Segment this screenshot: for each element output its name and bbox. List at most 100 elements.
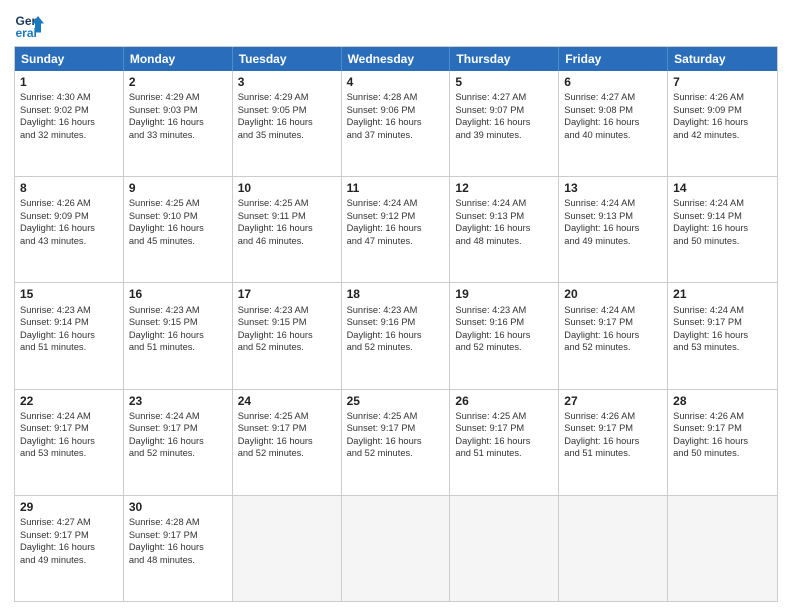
cell-line: Daylight: 16 hours — [347, 329, 445, 342]
cell-line: Sunrise: 4:28 AM — [129, 516, 227, 529]
calendar-cell: 12Sunrise: 4:24 AMSunset: 9:13 PMDayligh… — [450, 177, 559, 282]
cell-line: Sunset: 9:16 PM — [455, 316, 553, 329]
cell-line: and 51 minutes. — [455, 447, 553, 460]
day-number: 17 — [238, 286, 336, 302]
cell-line: Daylight: 16 hours — [20, 222, 118, 235]
cell-line: Sunset: 9:17 PM — [564, 422, 662, 435]
cell-line: and 51 minutes. — [20, 341, 118, 354]
day-number: 14 — [673, 180, 772, 196]
cell-line: Sunrise: 4:26 AM — [673, 91, 772, 104]
cell-line: and 52 minutes. — [347, 341, 445, 354]
cell-line: Daylight: 16 hours — [20, 329, 118, 342]
cell-line: Sunrise: 4:25 AM — [455, 410, 553, 423]
cell-line: Sunset: 9:17 PM — [564, 316, 662, 329]
cell-line: and 53 minutes. — [673, 341, 772, 354]
header-day-thursday: Thursday — [450, 47, 559, 71]
day-number: 1 — [20, 74, 118, 90]
header: Gen eral — [14, 10, 778, 40]
cell-line: Sunrise: 4:24 AM — [564, 304, 662, 317]
cell-line: Daylight: 16 hours — [347, 116, 445, 129]
cell-line: Sunrise: 4:29 AM — [129, 91, 227, 104]
cell-line: Daylight: 16 hours — [20, 116, 118, 129]
cell-line: and 52 minutes. — [564, 341, 662, 354]
calendar-cell: 18Sunrise: 4:23 AMSunset: 9:16 PMDayligh… — [342, 283, 451, 388]
cell-line: and 52 minutes. — [455, 341, 553, 354]
cell-line: Daylight: 16 hours — [564, 329, 662, 342]
cell-line: Daylight: 16 hours — [20, 435, 118, 448]
cell-line: Daylight: 16 hours — [129, 116, 227, 129]
calendar-row-2: 8Sunrise: 4:26 AMSunset: 9:09 PMDaylight… — [15, 177, 777, 283]
cell-line: Sunset: 9:17 PM — [129, 529, 227, 542]
calendar-cell: 10Sunrise: 4:25 AMSunset: 9:11 PMDayligh… — [233, 177, 342, 282]
calendar: SundayMondayTuesdayWednesdayThursdayFrid… — [14, 46, 778, 602]
calendar-cell: 7Sunrise: 4:26 AMSunset: 9:09 PMDaylight… — [668, 71, 777, 176]
cell-line: Daylight: 16 hours — [673, 116, 772, 129]
day-number: 13 — [564, 180, 662, 196]
calendar-cell: 15Sunrise: 4:23 AMSunset: 9:14 PMDayligh… — [15, 283, 124, 388]
day-number: 20 — [564, 286, 662, 302]
cell-line: Sunrise: 4:27 AM — [564, 91, 662, 104]
cell-line: and 50 minutes. — [673, 447, 772, 460]
cell-line: Daylight: 16 hours — [129, 222, 227, 235]
cell-line: Sunset: 9:15 PM — [129, 316, 227, 329]
calendar-cell: 17Sunrise: 4:23 AMSunset: 9:15 PMDayligh… — [233, 283, 342, 388]
cell-line: Sunrise: 4:25 AM — [347, 410, 445, 423]
cell-line: Sunset: 9:17 PM — [238, 422, 336, 435]
calendar-cell — [233, 496, 342, 601]
cell-line: and 49 minutes. — [20, 554, 118, 567]
cell-line: Sunrise: 4:26 AM — [673, 410, 772, 423]
calendar-cell: 20 Sunrise: 4:24 AMSunset: 9:17 PMDayligh… — [559, 283, 668, 388]
cell-line: and 39 minutes. — [455, 129, 553, 142]
cell-line: Sunrise: 4:24 AM — [564, 197, 662, 210]
cell-line: and 48 minutes. — [455, 235, 553, 248]
cell-line: Sunset: 9:11 PM — [238, 210, 336, 223]
calendar-cell: 2Sunrise: 4:29 AMSunset: 9:03 PMDaylight… — [124, 71, 233, 176]
cell-line: and 52 minutes. — [347, 447, 445, 460]
cell-line: Daylight: 16 hours — [20, 541, 118, 554]
cell-line: Sunset: 9:09 PM — [673, 104, 772, 117]
cell-line: Sunset: 9:13 PM — [564, 210, 662, 223]
calendar-cell: 3Sunrise: 4:29 AMSunset: 9:05 PMDaylight… — [233, 71, 342, 176]
cell-line: and 32 minutes. — [20, 129, 118, 142]
cell-line: and 52 minutes. — [238, 447, 336, 460]
day-number: 9 — [129, 180, 227, 196]
header-day-saturday: Saturday — [668, 47, 777, 71]
cell-line: Sunset: 9:17 PM — [673, 316, 772, 329]
calendar-cell — [450, 496, 559, 601]
header-day-tuesday: Tuesday — [233, 47, 342, 71]
day-number: 24 — [238, 393, 336, 409]
cell-line: and 45 minutes. — [129, 235, 227, 248]
cell-line: Sunset: 9:17 PM — [20, 422, 118, 435]
day-number: 6 — [564, 74, 662, 90]
cell-line: Sunrise: 4:26 AM — [564, 410, 662, 423]
calendar-cell: 30Sunrise: 4:28 AMSunset: 9:17 PMDayligh… — [124, 496, 233, 601]
cell-line: Sunrise: 4:28 AM — [347, 91, 445, 104]
cell-line: Sunrise: 4:24 AM — [673, 197, 772, 210]
calendar-cell: 6Sunrise: 4:27 AMSunset: 9:08 PMDaylight… — [559, 71, 668, 176]
calendar-cell: 11Sunrise: 4:24 AMSunset: 9:12 PMDayligh… — [342, 177, 451, 282]
day-number: 22 — [20, 393, 118, 409]
cell-line: and 37 minutes. — [347, 129, 445, 142]
cell-line: Daylight: 16 hours — [564, 116, 662, 129]
cell-line: Sunset: 9:17 PM — [20, 529, 118, 542]
cell-line: and 43 minutes. — [20, 235, 118, 248]
cell-line: Daylight: 16 hours — [455, 222, 553, 235]
calendar-cell: 22Sunrise: 4:24 AMSunset: 9:17 PMDayligh… — [15, 390, 124, 495]
cell-line: Daylight: 16 hours — [238, 222, 336, 235]
cell-line: Daylight: 16 hours — [673, 435, 772, 448]
cell-line: Daylight: 16 hours — [129, 435, 227, 448]
calendar-header: SundayMondayTuesdayWednesdayThursdayFrid… — [15, 47, 777, 71]
cell-line: Sunrise: 4:25 AM — [129, 197, 227, 210]
cell-line: Sunrise: 4:24 AM — [347, 197, 445, 210]
cell-line: Sunset: 9:12 PM — [347, 210, 445, 223]
day-number: 5 — [455, 74, 553, 90]
svg-text:eral: eral — [16, 26, 37, 40]
cell-line: Sunset: 9:05 PM — [238, 104, 336, 117]
day-number: 4 — [347, 74, 445, 90]
cell-line: Sunset: 9:15 PM — [238, 316, 336, 329]
calendar-cell: 28Sunrise: 4:26 AMSunset: 9:17 PMDayligh… — [668, 390, 777, 495]
calendar-cell — [668, 496, 777, 601]
cell-line: Daylight: 16 hours — [347, 435, 445, 448]
cell-line: Sunrise: 4:23 AM — [238, 304, 336, 317]
calendar-cell: 4Sunrise: 4:28 AMSunset: 9:06 PMDaylight… — [342, 71, 451, 176]
